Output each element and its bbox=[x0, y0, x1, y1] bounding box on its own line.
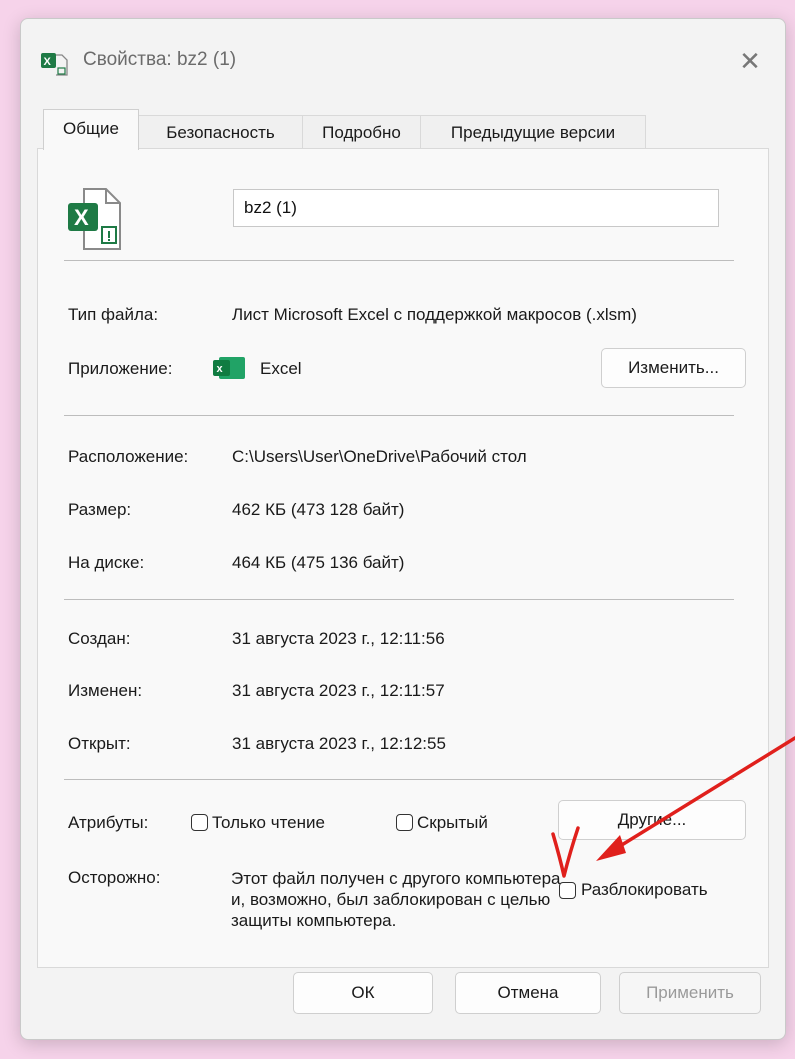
tab-previous-versions[interactable]: Предыдущие версии bbox=[420, 115, 646, 149]
security-warning-text: Этот файл получен с другого компьютера и… bbox=[231, 869, 561, 930]
general-tab-panel: X Тип файла: Лист Microsoft Excel с подд… bbox=[37, 148, 769, 968]
close-button[interactable]: ✕ bbox=[733, 45, 767, 77]
svg-text:X: X bbox=[74, 205, 89, 230]
unblock-checkbox[interactable] bbox=[559, 882, 576, 899]
unblock-label[interactable]: Разблокировать bbox=[581, 880, 752, 900]
properties-window: X Свойства: bz2 (1) ✕ Общие Безопасность… bbox=[20, 18, 786, 1040]
size-label: Размер: bbox=[68, 500, 132, 519]
readonly-checkbox[interactable] bbox=[191, 814, 208, 831]
application-label: Приложение: bbox=[68, 359, 173, 378]
created-value: 31 августа 2023 г., 12:11:56 bbox=[232, 629, 445, 648]
file-type-value: Лист Microsoft Excel с поддержкой макрос… bbox=[232, 305, 637, 324]
cancel-button[interactable]: Отмена bbox=[455, 972, 601, 1014]
size-on-disk-value: 464 КБ (475 136 байт) bbox=[232, 553, 405, 572]
location-value: C:\Users\User\OneDrive\Рабочий стол bbox=[232, 447, 527, 466]
application-value: Excel bbox=[260, 359, 302, 378]
advanced-attributes-button[interactable]: Другие... bbox=[558, 800, 746, 840]
separator bbox=[64, 779, 734, 780]
separator bbox=[64, 260, 734, 261]
tab-details[interactable]: Подробно bbox=[302, 115, 421, 149]
size-on-disk-label: На диске: bbox=[68, 553, 145, 572]
readonly-label[interactable]: Только чтение bbox=[212, 813, 325, 833]
file-name-input[interactable] bbox=[233, 189, 719, 227]
modified-label: Изменен: bbox=[68, 681, 143, 700]
file-type-label: Тип файла: bbox=[68, 305, 159, 324]
title-bar[interactable]: X Свойства: bz2 (1) ✕ bbox=[21, 19, 785, 103]
modified-value: 31 августа 2023 г., 12:11:57 bbox=[232, 681, 445, 700]
excel-file-icon: X bbox=[41, 53, 68, 76]
excel-macro-file-icon: X bbox=[68, 188, 121, 250]
excel-app-icon: x bbox=[213, 357, 245, 379]
ok-button[interactable]: ОК bbox=[293, 972, 433, 1014]
attributes-label: Атрибуты: bbox=[68, 813, 149, 832]
size-value: 462 КБ (473 128 байт) bbox=[232, 500, 405, 519]
hidden-label[interactable]: Скрытый bbox=[417, 813, 488, 833]
tab-security[interactable]: Безопасность bbox=[138, 115, 303, 149]
svg-text:x: x bbox=[217, 363, 224, 375]
accessed-value: 31 августа 2023 г., 12:12:55 bbox=[232, 734, 446, 753]
apply-button[interactable]: Применить bbox=[619, 972, 761, 1014]
security-warning-label: Осторожно: bbox=[68, 868, 161, 887]
window-title: Свойства: bz2 (1) bbox=[83, 49, 237, 70]
svg-text:X: X bbox=[44, 56, 52, 68]
created-label: Создан: bbox=[68, 629, 131, 648]
accessed-label: Открыт: bbox=[68, 734, 131, 753]
separator bbox=[64, 599, 734, 600]
hidden-checkbox[interactable] bbox=[396, 814, 413, 831]
change-app-button[interactable]: Изменить... bbox=[601, 348, 746, 388]
close-icon: ✕ bbox=[739, 46, 761, 76]
location-label: Расположение: bbox=[68, 447, 189, 466]
separator bbox=[64, 415, 734, 416]
tab-general[interactable]: Общие bbox=[43, 109, 139, 150]
